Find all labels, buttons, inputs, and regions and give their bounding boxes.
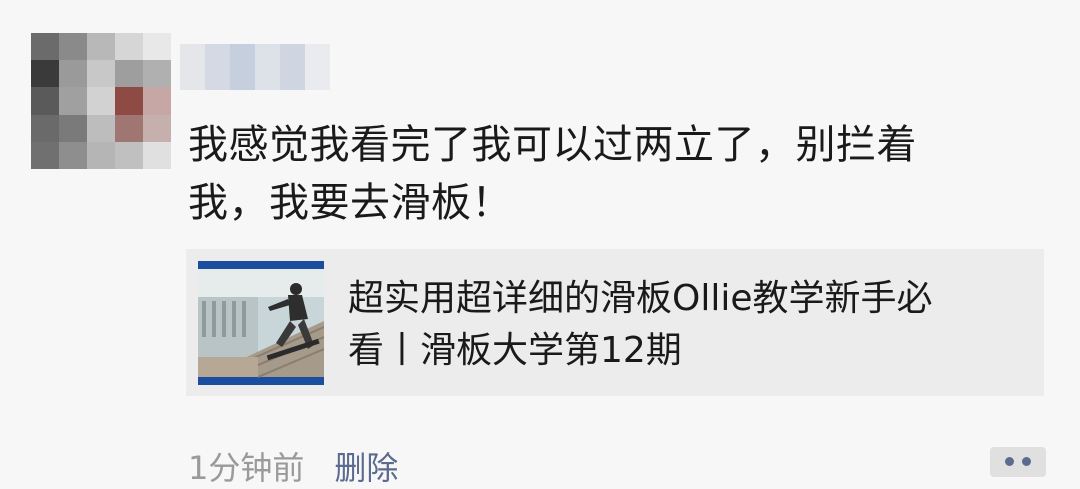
avatar[interactable]	[31, 33, 171, 169]
post-footer: 1分钟前 删除	[188, 443, 398, 489]
dot	[1005, 457, 1014, 466]
skateboard-thumbnail	[198, 261, 324, 385]
post-text: 我感觉我看完了我可以过两立了，别拦着 我，我要去滑板！	[188, 116, 1048, 232]
post-text-line-2: 我，我要去滑板！	[188, 180, 512, 226]
shared-article-title-line-2: 看丨滑板大学第12期	[348, 330, 682, 371]
delete-button[interactable]: 删除	[334, 443, 398, 489]
shared-article-title[interactable]: 超实用超详细的滑板Ollie教学新手必 看丨滑板大学第12期	[348, 273, 1038, 377]
nickname-blurred[interactable]	[180, 44, 330, 90]
post-timestamp: 1分钟前	[188, 449, 305, 487]
more-dots-icon[interactable]	[990, 447, 1046, 477]
dot	[1022, 457, 1031, 466]
shared-article-card[interactable]: 超实用超详细的滑板Ollie教学新手必 看丨滑板大学第12期	[186, 249, 1044, 396]
post-text-line-1: 我感觉我看完了我可以过两立了，别拦着	[188, 122, 917, 168]
shared-article-title-line-1: 超实用超详细的滑板Ollie教学新手必	[348, 278, 933, 319]
